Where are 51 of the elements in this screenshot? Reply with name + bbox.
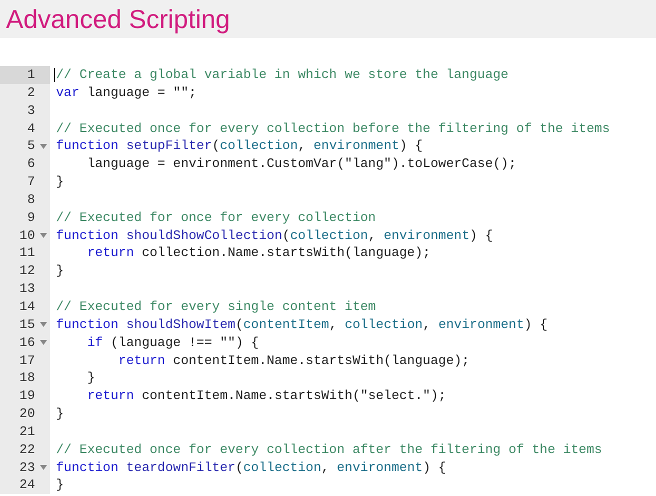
page-title: Advanced Scripting	[6, 6, 230, 32]
line-number: 8	[26, 190, 36, 209]
line-number: 21	[18, 422, 36, 441]
line-number: 17	[18, 352, 36, 370]
code-line: function teardownFilter(collection, environment) {	[56, 460, 446, 475]
line-number: 14	[18, 298, 36, 316]
code-line: function shouldShowItem(contentItem, collection, environment) {	[56, 316, 548, 332]
line-number: 23	[18, 458, 36, 476]
line-number: 4	[26, 120, 36, 138]
line-number: 9	[26, 208, 36, 227]
line-number: 16	[18, 334, 36, 352]
line-number: 19	[18, 387, 36, 406]
line-number: 12	[18, 262, 36, 280]
fold-arrow-icon[interactable]	[40, 233, 47, 238]
code-line: return contentItem.Name.startsWith(language);	[117, 352, 470, 368]
code-line: function shouldShowCollection(collection, environment) {	[56, 228, 493, 243]
line-number: 20	[18, 405, 36, 423]
line-number: 3	[26, 102, 36, 120]
line-number: 2	[26, 84, 36, 102]
code-line: // Executed once for every collection before the filtering of the items	[56, 120, 610, 136]
code-line: function setupFilter(collection, environment) {	[56, 138, 423, 154]
line-number: 5	[26, 137, 36, 156]
fold-arrow-icon[interactable]	[40, 144, 47, 149]
code-line: var language = "";	[56, 84, 196, 100]
text-cursor	[54, 68, 55, 82]
line-number: 15	[18, 316, 36, 334]
code-line: }	[56, 477, 64, 492]
line-number: 13	[18, 280, 36, 298]
code-line: return contentItem.Name.startsWith("select.");	[86, 388, 446, 404]
fold-arrow-icon[interactable]	[40, 464, 47, 470]
code-line: }	[56, 406, 64, 422]
line-number: 22	[18, 440, 36, 459]
line-number: 11	[18, 244, 36, 262]
line-number: 7	[26, 173, 36, 191]
line-number: 10	[18, 226, 36, 244]
line-number: 6	[26, 155, 36, 174]
fold-arrow-icon[interactable]	[40, 322, 47, 328]
code-line: language = environment.CustomVar("lang").toLowerCase();	[86, 156, 516, 172]
code-line: // Executed for once for every collection	[56, 210, 376, 225]
code-line: // Executed once for every collection after the filtering of the items	[56, 442, 602, 457]
line-number: 1	[26, 66, 36, 84]
code-line: if (language !== "") {	[86, 334, 259, 350]
code-line: // Executed for every single content item	[56, 298, 376, 314]
line-number: 24	[18, 476, 36, 494]
code-line: }	[56, 263, 64, 278]
code-line: }	[56, 174, 64, 190]
line-number: 18	[18, 369, 36, 388]
fold-arrow-icon[interactable]	[40, 340, 47, 346]
code-line: // Create a global variable in which we store the language	[56, 67, 508, 82]
code-line: }	[86, 370, 96, 386]
code-line: return collection.Name.startsWith(language);	[86, 245, 430, 260]
